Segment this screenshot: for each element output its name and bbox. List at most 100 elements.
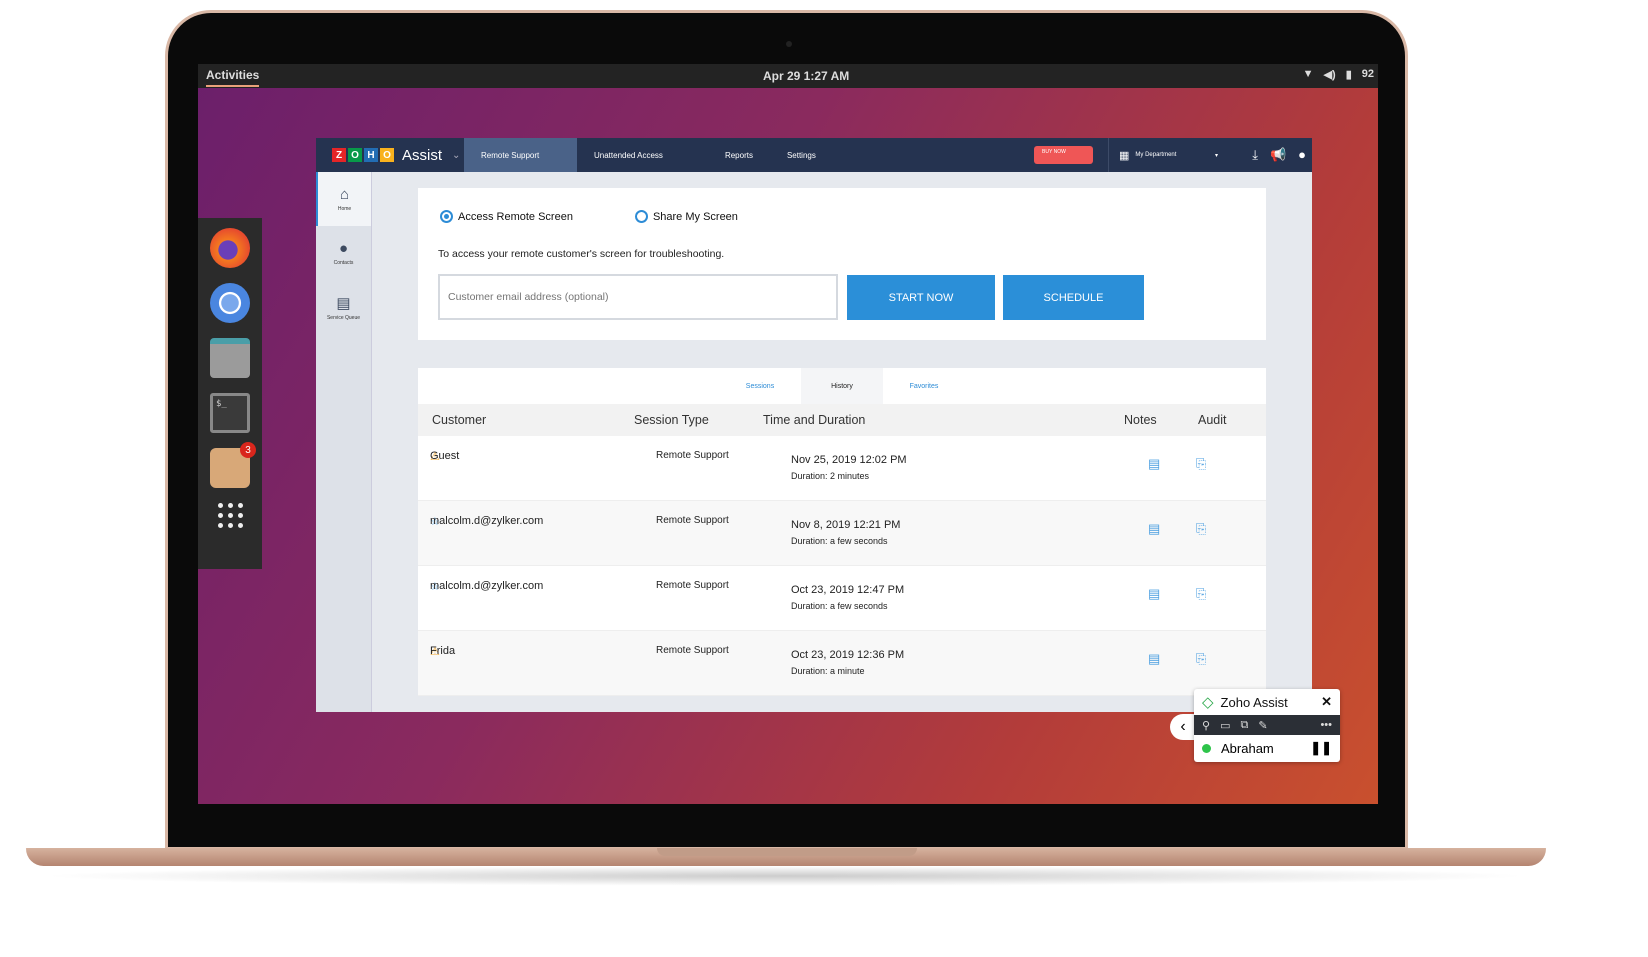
logo-tile: Z — [332, 148, 346, 162]
department-label: My Department — [1135, 152, 1177, 158]
laptop-shadow — [40, 866, 1530, 886]
notification-badge: 3 — [240, 442, 256, 458]
buy-now-button[interactable]: BUY NOW — [1034, 146, 1093, 164]
zoho-assist-logo-icon: ◇ — [1202, 694, 1214, 711]
session-duration: Duration: a few seconds — [791, 601, 888, 611]
battery-icon: ▮ — [1345, 69, 1352, 81]
clock[interactable]: Apr 29 1:27 AM — [763, 69, 849, 83]
sidebar-label: Home — [337, 206, 352, 212]
firefox-icon[interactable] — [210, 228, 250, 268]
sidebar-item-contacts[interactable]: ● Contacts — [316, 226, 371, 280]
pen-icon[interactable]: ✎ — [1258, 719, 1267, 732]
notes-icon[interactable]: ▤ — [1148, 521, 1160, 537]
technician-name: Abraham — [1221, 740, 1274, 756]
column-header: Notes — [1124, 413, 1157, 427]
download-icon[interactable]: ⤓ — [1252, 147, 1258, 163]
sidebar-label: Contacts — [333, 260, 354, 266]
session-duration: Duration: a few seconds — [791, 536, 888, 546]
home-icon: ⌂ — [339, 186, 350, 203]
widget-title: Zoho Assist — [1220, 694, 1288, 710]
audit-icon[interactable]: ⎘ — [1196, 651, 1206, 667]
widget-toolbar: ⚲ ▭ ⧉ ✎ ••• — [1194, 715, 1340, 735]
collapse-widget-button[interactable]: ‹ — [1170, 714, 1196, 740]
activities-button[interactable]: Activities — [206, 68, 260, 87]
radio-label: Access Remote Screen — [458, 210, 573, 223]
sidebar: ⌂ Home ● Contacts ▤ Service Queue — [316, 172, 372, 712]
pause-icon[interactable]: ❚❚ — [1310, 740, 1332, 756]
radio-selected-icon — [440, 210, 453, 223]
notes-icon[interactable]: ▤ — [1148, 586, 1160, 602]
column-header: Customer — [432, 413, 487, 427]
share-my-screen-radio[interactable]: Share My Screen — [634, 210, 738, 223]
session-time: Nov 8, 2019 12:21 PM — [791, 519, 901, 531]
files-icon[interactable] — [210, 338, 250, 378]
camera — [786, 41, 792, 47]
building-icon: ▦ — [1119, 149, 1130, 162]
tab-reports[interactable]: Reports — [680, 138, 770, 172]
session-time: Nov 25, 2019 12:02 PM — [791, 454, 907, 466]
app-navbar: Z O H O Assist ⌄ Remote Support Unattend… — [316, 138, 1312, 172]
contacts-icon: ● — [338, 240, 349, 257]
zoho-assist-session-widget: ◇ Zoho Assist ✕ ⚲ ▭ ⧉ ✎ ••• Abraham ❚❚ — [1194, 689, 1340, 762]
audit-icon[interactable]: ⎘ — [1196, 456, 1206, 472]
schedule-button[interactable]: SCHEDULE — [1003, 275, 1144, 320]
table-row[interactable]: ☆ malcolm.d@zylker.com Remote Support Nov… — [418, 501, 1266, 566]
software-center-icon[interactable]: 3 — [210, 442, 256, 488]
more-icon[interactable]: ••• — [1320, 719, 1332, 731]
volume-icon: ◀) — [1323, 69, 1336, 81]
terminal-icon[interactable]: $_ — [210, 393, 250, 433]
customer-name: Guest — [430, 450, 460, 462]
dock: $_ 3 — [198, 218, 262, 569]
top-bar: Activities Apr 29 1:27 AM ▼ ◀) ▮ 92 — [198, 64, 1378, 88]
access-remote-screen-radio[interactable]: Access Remote Screen — [440, 210, 573, 223]
audit-icon[interactable]: ⎘ — [1196, 521, 1206, 537]
start-now-button[interactable]: START NOW — [847, 275, 995, 320]
tab-settings[interactable]: Settings — [770, 138, 833, 172]
customer-name: Frida — [430, 645, 456, 657]
show-apps-icon[interactable] — [217, 503, 243, 528]
logo-tile: O — [348, 148, 362, 162]
tab-unattended-access[interactable]: Unattended Access — [577, 138, 680, 172]
service-queue-icon: ▤ — [336, 294, 351, 312]
notes-icon[interactable]: ▤ — [1148, 456, 1160, 472]
zoho-assist-window: Z O H O Assist ⌄ Remote Support Unattend… — [316, 138, 1312, 712]
table-body: ⚠ Guest Remote Support Nov 25, 2019 12:02… — [418, 436, 1266, 696]
zoho-assist-logo[interactable]: Z O H O Assist ⌄ — [316, 147, 464, 164]
session-duration: Duration: a minute — [791, 666, 865, 676]
customer-name: malcolm.d@zylker.com — [430, 515, 544, 527]
column-header: Time and Duration — [763, 413, 866, 427]
user-icon[interactable]: ⚲ — [1202, 719, 1210, 732]
customer-email-input[interactable] — [438, 274, 838, 320]
brand-name: Assist — [402, 146, 443, 164]
table-row[interactable]: ⚠ Frida Remote Support Oct 23, 2019 12:36… — [418, 631, 1266, 696]
table-row[interactable]: ⚠ Guest Remote Support Nov 25, 2019 12:02… — [418, 436, 1266, 501]
history-card: Sessions History Favorites Customer Sess… — [418, 368, 1266, 696]
history-tabs: Sessions History Favorites — [418, 368, 1266, 404]
session-type: Remote Support — [656, 580, 729, 591]
customer-name: malcolm.d@zylker.com — [430, 580, 544, 592]
clipboard-icon[interactable]: ⧉ — [1240, 719, 1248, 732]
dropdown-icon: ▾ — [1214, 152, 1218, 159]
tab-favorites[interactable]: Favorites — [883, 368, 965, 404]
table-row[interactable]: ☆ malcolm.d@zylker.com Remote Support Oct… — [418, 566, 1266, 631]
sidebar-item-home[interactable]: ⌂ Home — [316, 172, 371, 226]
chrome-icon[interactable] — [210, 283, 250, 323]
chat-icon[interactable]: ▭ — [1220, 719, 1230, 732]
table-header: Customer Session Type Time and Duration … — [418, 404, 1266, 436]
department-selector[interactable]: ▦ My Department ▾ — [1108, 138, 1218, 172]
close-icon[interactable]: ✕ — [1321, 694, 1332, 710]
audit-icon[interactable]: ⎘ — [1196, 586, 1206, 602]
notes-icon[interactable]: ▤ — [1148, 651, 1160, 667]
chevron-down-icon[interactable]: ⌄ — [452, 150, 460, 161]
tab-sessions[interactable]: Sessions — [719, 368, 801, 404]
announcement-icon[interactable]: 📢 — [1270, 147, 1286, 163]
tab-remote-support[interactable]: Remote Support — [464, 138, 577, 172]
start-session-card: Access Remote Screen Share My Screen To … — [418, 188, 1266, 340]
user-icon[interactable]: ● — [1298, 147, 1306, 163]
laptop-notch — [657, 848, 917, 856]
wifi-icon: ▼ — [1302, 68, 1314, 80]
system-tray[interactable]: ▼ ◀) ▮ 92 — [1303, 68, 1374, 81]
tab-history[interactable]: History — [801, 368, 883, 404]
online-status-icon — [1202, 743, 1211, 753]
sidebar-item-service-queue[interactable]: ▤ Service Queue — [316, 280, 371, 334]
